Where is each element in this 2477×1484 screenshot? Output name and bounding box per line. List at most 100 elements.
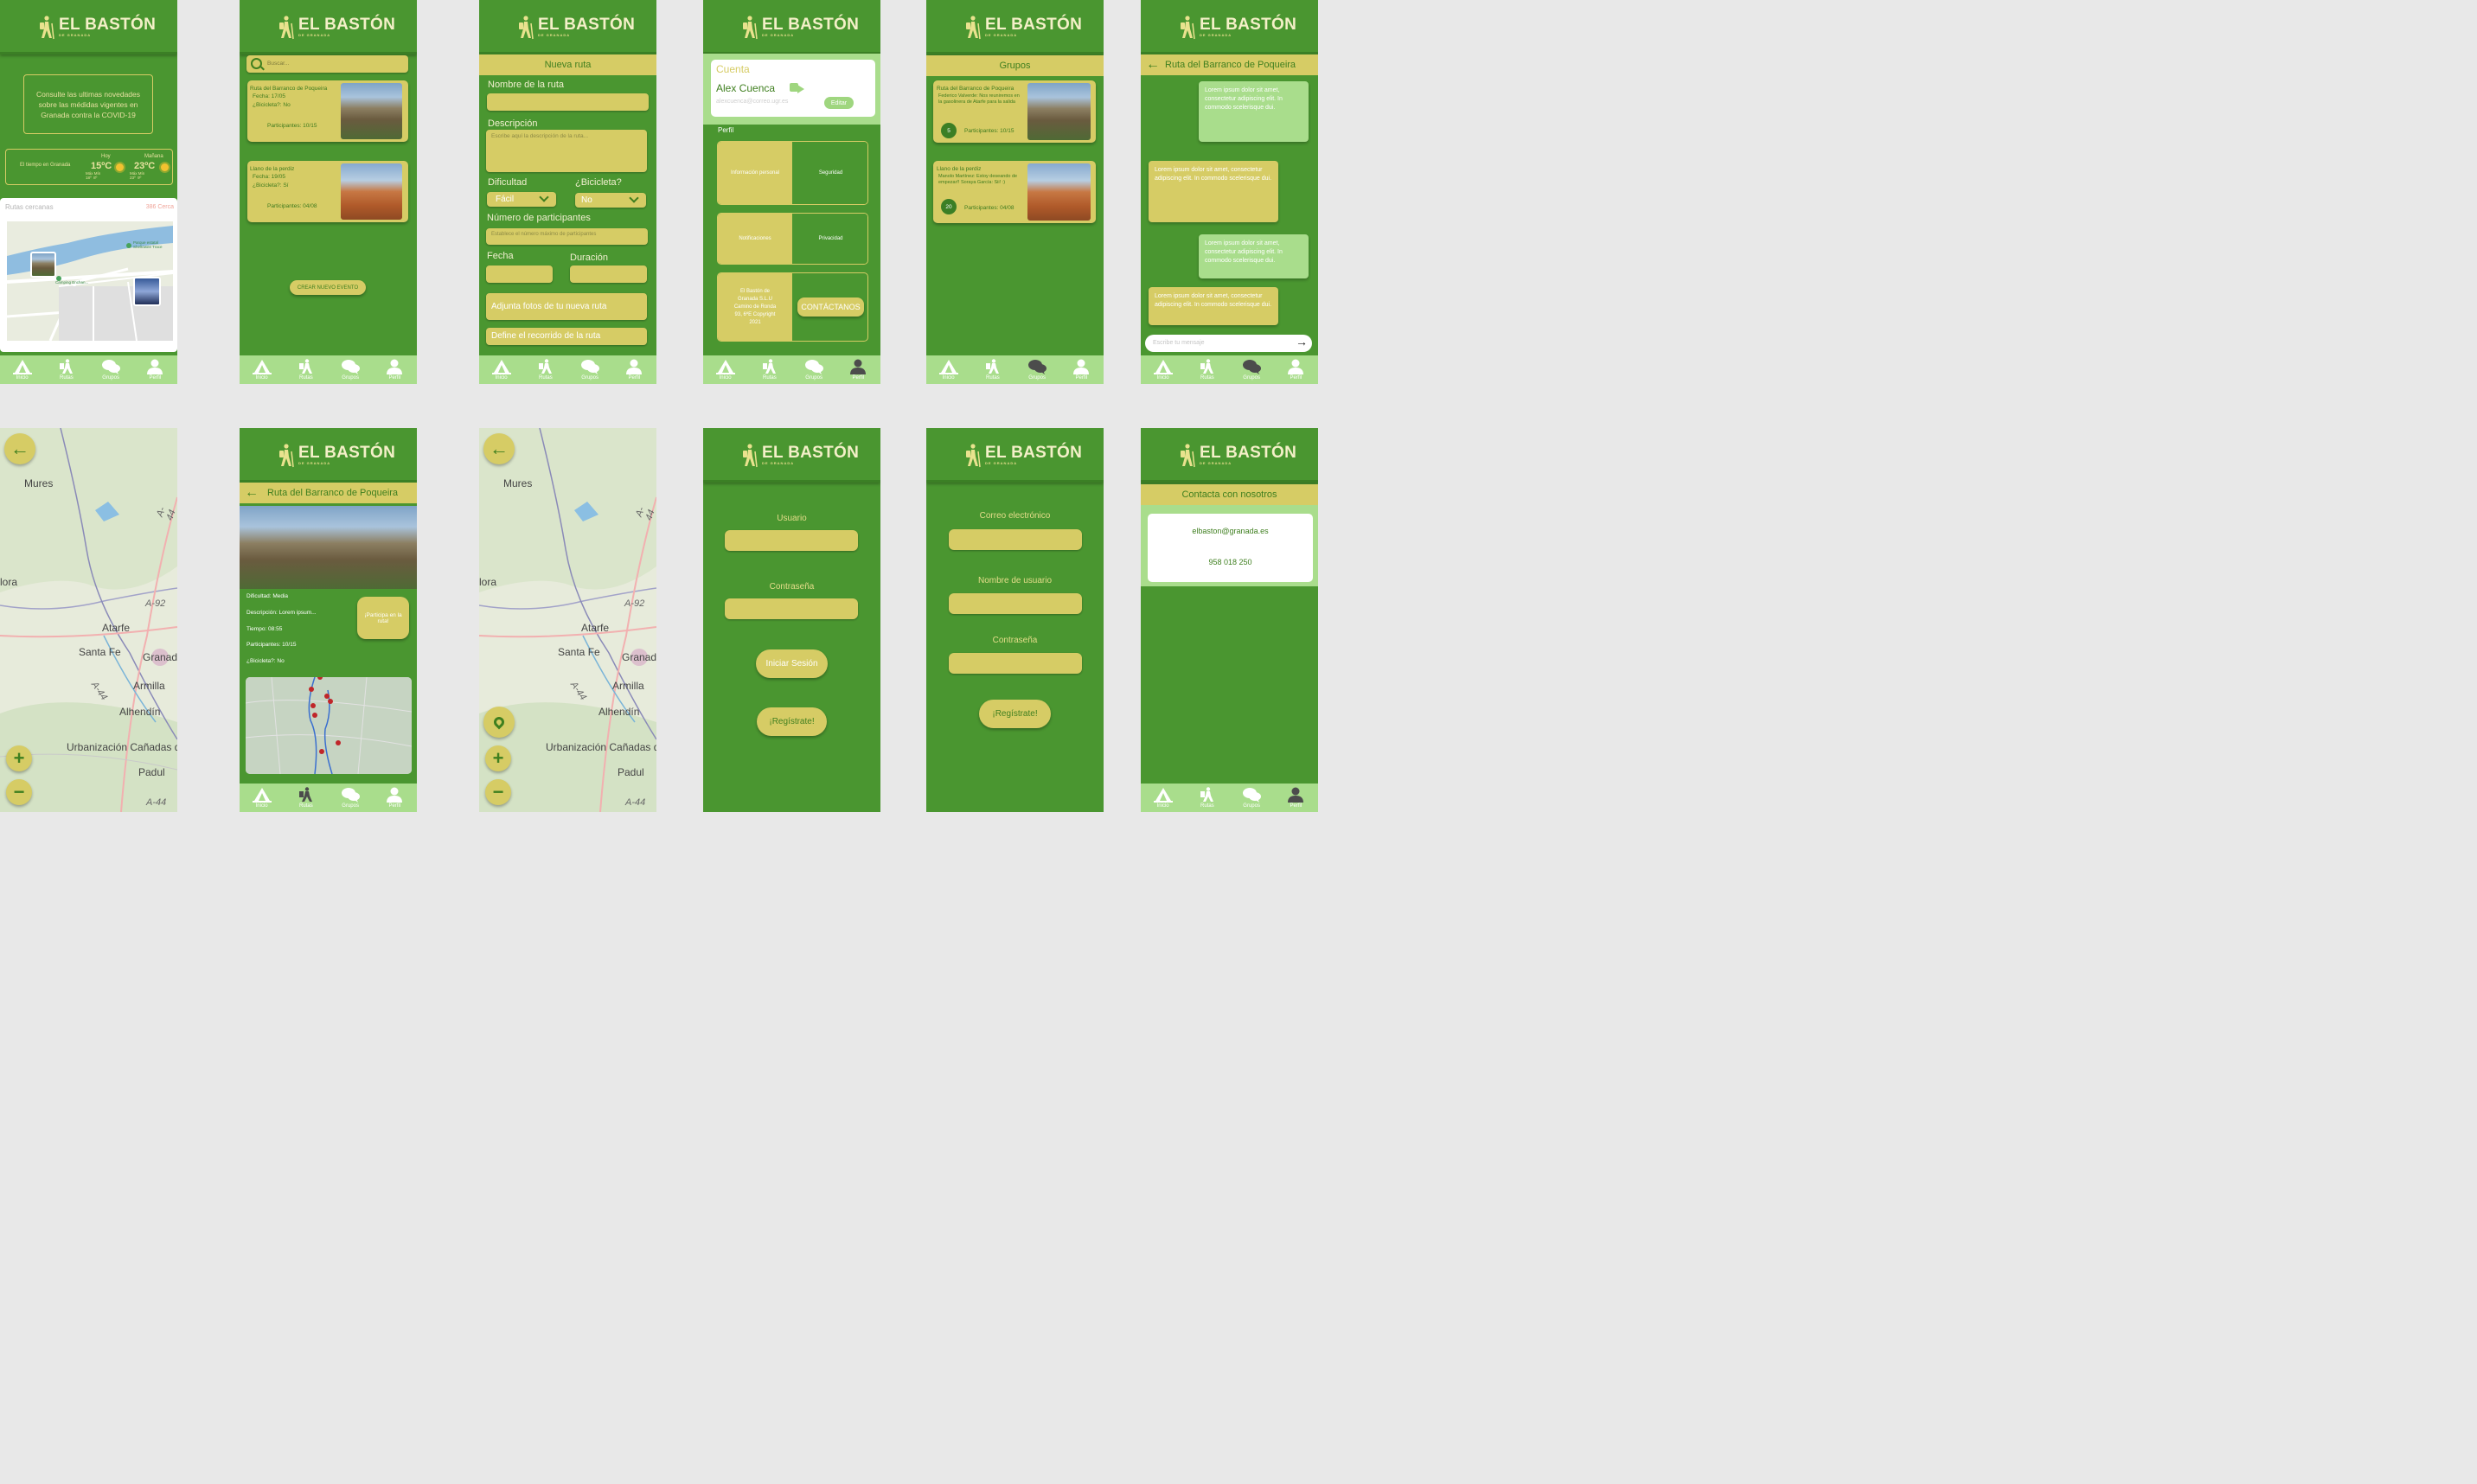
contact-button[interactable]: CONTÁCTANOS: [797, 297, 864, 317]
location-button[interactable]: [483, 707, 515, 738]
search-input[interactable]: Buscar...: [246, 55, 408, 73]
login-button[interactable]: Iniciar Sesión: [756, 649, 828, 678]
nav-rutas[interactable]: Rutas: [289, 787, 323, 809]
bottom-nav: Inicio Rutas Grupos Perfil: [1141, 784, 1318, 812]
nav-label: Rutas: [299, 375, 313, 381]
nav-perfil[interactable]: Perfil: [1278, 359, 1313, 381]
nav-inicio[interactable]: Inicio: [5, 359, 40, 381]
register-button[interactable]: ¡Regístrate!: [757, 707, 827, 736]
screen-title-bar: Grupos: [926, 55, 1104, 76]
info-tile[interactable]: Información personal: [718, 142, 792, 204]
settings-card[interactable]: Información personal Seguridad: [717, 141, 868, 205]
covid-notice[interactable]: Consulte las ultimas novedades sobre las…: [23, 74, 153, 134]
nav-rutas[interactable]: Rutas: [752, 359, 787, 381]
nav-grupos[interactable]: Grupos: [1020, 359, 1054, 381]
duration-field[interactable]: [570, 265, 647, 283]
security-tile[interactable]: Seguridad: [792, 142, 867, 204]
zoom-in-button[interactable]: +: [485, 745, 511, 771]
route-thumbnail-marker[interactable]: [133, 277, 161, 306]
nav-label: Grupos: [1243, 803, 1260, 809]
bike-select[interactable]: No: [575, 193, 646, 208]
nav-grupos[interactable]: Grupos: [573, 359, 607, 381]
username-field[interactable]: [725, 530, 858, 551]
password-field[interactable]: [725, 598, 858, 619]
settings-card[interactable]: Notificaciones Privacidad: [717, 213, 868, 265]
nav-perfil[interactable]: Perfil: [138, 359, 172, 381]
back-arrow-icon[interactable]: ←: [245, 485, 259, 501]
zoom-in-button[interactable]: +: [6, 745, 32, 771]
route-name-field[interactable]: [487, 93, 649, 111]
login-label: Iniciar Sesión: [765, 659, 818, 668]
nav-rutas[interactable]: Rutas: [528, 359, 563, 381]
app-header: EL BASTÓN DE GRANADA: [0, 0, 177, 54]
define-path-button[interactable]: Define el recorrido de la ruta: [486, 328, 647, 345]
nav-grupos[interactable]: Grupos: [333, 787, 368, 809]
app-logo: EL BASTÓN DE GRANADA: [276, 16, 395, 40]
zoom-out-button[interactable]: −: [6, 779, 32, 805]
zoom-out-button[interactable]: −: [485, 779, 511, 805]
nav-perfil[interactable]: Perfil: [377, 359, 412, 381]
send-arrow-icon[interactable]: →: [1296, 335, 1308, 349]
back-arrow-icon[interactable]: ←: [1146, 57, 1160, 73]
account-card: Cuenta Alex Cuenca alexcuenca@correo.ugr…: [711, 60, 875, 117]
privacy-tile[interactable]: Privacidad: [792, 214, 867, 264]
notifications-tile[interactable]: Notificaciones: [718, 214, 792, 264]
security-label: Seguridad: [818, 170, 843, 176]
back-button[interactable]: ←: [4, 433, 35, 464]
nav-grupos[interactable]: Grupos: [333, 359, 368, 381]
nav-grupos[interactable]: Grupos: [797, 359, 831, 381]
description-field[interactable]: Escribe aquí la descripción de la ruta..…: [486, 130, 647, 172]
nav-label: Rutas: [299, 803, 313, 809]
contact-phone[interactable]: 958 018 250: [1148, 558, 1313, 566]
nav-inicio[interactable]: Inicio: [1146, 359, 1181, 381]
group-card[interactable]: Llano de la perdiz Manolo Martínez: Esto…: [933, 161, 1096, 223]
edit-button[interactable]: Editar: [824, 97, 854, 109]
event-card[interactable]: Llano de la perdiz Fecha: 19/05 ¿Bicicle…: [247, 161, 408, 222]
nav-rutas[interactable]: Rutas: [1190, 787, 1225, 809]
password-field[interactable]: [949, 653, 1082, 674]
back-button[interactable]: ←: [483, 433, 515, 464]
nav-rutas[interactable]: Rutas: [1190, 359, 1225, 381]
contact-email[interactable]: elbaston@granada.es: [1148, 527, 1313, 535]
date-field[interactable]: [486, 265, 553, 283]
group-last-message: Federico Valverde: Nos reuniremos en la …: [938, 93, 1020, 105]
nav-label: Perfil: [1075, 375, 1088, 381]
nav-inicio[interactable]: Inicio: [245, 787, 279, 809]
nav-perfil[interactable]: Perfil: [841, 359, 875, 381]
nav-perfil[interactable]: Perfil: [1278, 787, 1313, 809]
message-input[interactable]: Escribe tu mensaje →: [1145, 335, 1312, 352]
route-map[interactable]: [246, 677, 412, 774]
route-thumbnail-marker[interactable]: [30, 252, 56, 278]
nav-label: Rutas: [986, 375, 1000, 381]
contact-card: elbaston@granada.es 958 018 250: [1148, 514, 1313, 582]
nav-perfil[interactable]: Perfil: [1064, 359, 1098, 381]
nav-rutas[interactable]: Rutas: [49, 359, 84, 381]
hiker-icon: [536, 359, 555, 374]
nav-grupos[interactable]: Grupos: [1234, 359, 1269, 381]
nav-grupos[interactable]: Grupos: [1234, 787, 1269, 809]
nav-inicio[interactable]: Inicio: [484, 359, 519, 381]
difficulty-select[interactable]: Fácil: [487, 192, 556, 207]
participants-field[interactable]: Establece el número máximo de participan…: [486, 228, 648, 245]
username-field[interactable]: [949, 593, 1082, 614]
nav-perfil[interactable]: Perfil: [377, 787, 412, 809]
nav-grupos[interactable]: Grupos: [93, 359, 128, 381]
create-event-button[interactable]: CREAR NUEVO EVENTO: [290, 280, 366, 295]
attach-photos-button[interactable]: Adjunta fotos de tu nueva ruta: [486, 293, 647, 320]
group-card[interactable]: Ruta del Barranco de Poqueira Federico V…: [933, 80, 1096, 143]
nav-inicio[interactable]: Inicio: [1146, 787, 1181, 809]
register-button[interactable]: ¡Regístrate!: [979, 700, 1051, 728]
group-photo: [1027, 83, 1091, 140]
email-field[interactable]: [949, 529, 1082, 550]
nav-rutas[interactable]: Rutas: [289, 359, 323, 381]
app-header: EL BASTÓN DE GRANADA: [479, 0, 656, 54]
nav-rutas[interactable]: Rutas: [976, 359, 1010, 381]
nav-inicio[interactable]: Inicio: [708, 359, 743, 381]
nav-perfil[interactable]: Perfil: [617, 359, 651, 381]
nav-inicio[interactable]: Inicio: [245, 359, 279, 381]
nearby-map[interactable]: Parque estatal Sheltowee Trace Camping E…: [7, 221, 173, 341]
event-card[interactable]: Ruta del Barranco de Poqueira Fecha: 17/…: [247, 80, 408, 142]
nav-inicio[interactable]: Inicio: [931, 359, 966, 381]
hiker-icon: [739, 444, 758, 468]
join-route-button[interactable]: ¡Participa en la ruta!: [357, 597, 409, 639]
